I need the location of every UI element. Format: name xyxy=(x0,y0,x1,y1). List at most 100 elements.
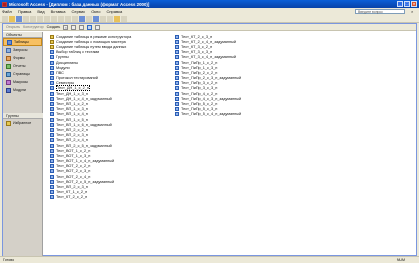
relationships-icon[interactable] xyxy=(107,15,113,22)
table-icon xyxy=(175,50,179,55)
menu-insert[interactable]: Вставка xyxy=(51,9,66,14)
nav-label: Страницы xyxy=(13,72,30,76)
list-item[interactable]: Создание таблицы путем ввода данных xyxy=(50,44,131,49)
table-icon xyxy=(50,185,54,190)
page-icon xyxy=(6,71,11,77)
favorites-folder-icon xyxy=(6,120,11,126)
table-icon xyxy=(175,55,179,60)
table-icon xyxy=(50,50,54,55)
nav-macros[interactable]: Макросы xyxy=(3,78,42,86)
close-doc-icon[interactable]: × xyxy=(411,9,416,14)
menu-help[interactable]: Справка xyxy=(106,9,122,14)
table-icon xyxy=(50,143,54,148)
paste-icon[interactable] xyxy=(65,15,71,22)
table-icon xyxy=(175,39,179,44)
help-icon[interactable] xyxy=(121,15,127,22)
table-icon xyxy=(50,60,54,65)
design-button[interactable]: Конструктор xyxy=(23,25,44,29)
list-item[interactable]: Создание таблицы в режиме конструктора xyxy=(50,34,131,39)
nav-queries[interactable]: Запросы xyxy=(3,46,42,54)
list-item-label: Тест_ВОТ_1_с_2_н xyxy=(56,148,91,153)
close-icon[interactable]: × xyxy=(411,1,417,7)
list-item[interactable]: Тест_ПиПр_5_с_4_н_задуманный xyxy=(175,112,241,117)
table-icon xyxy=(50,65,54,70)
table-icon xyxy=(50,164,54,169)
list-item-label: Тест_КТ_3_с_4_н_задуманный xyxy=(181,55,236,60)
list-item-label: ПВС xyxy=(56,70,64,75)
print-icon[interactable] xyxy=(30,15,36,22)
report-icon xyxy=(6,63,11,69)
list-item-label: Тест_ВОТ_2_с_4_н xyxy=(56,174,91,179)
large-icons-view-icon[interactable] xyxy=(71,24,77,30)
list-item[interactable]: Тест_ПиПр_2_с_3_н_задуманный xyxy=(175,76,241,81)
list-item[interactable]: Тест_ПиПр_4_с_3_н_задуманный xyxy=(175,96,241,101)
list-item-label: Тест_ПиПр_2_с_2_н xyxy=(181,70,218,75)
wizard-icon xyxy=(50,39,54,44)
module-icon xyxy=(6,87,11,93)
small-icons-view-icon[interactable] xyxy=(79,24,85,30)
menu-view[interactable]: Вид xyxy=(37,9,44,14)
list-item-label: Тест_ДН_1_с_2_н xyxy=(56,85,90,92)
open-button[interactable]: Открыть xyxy=(6,25,20,29)
table-icon xyxy=(175,81,179,86)
status-bar: Готово NUM xyxy=(0,256,419,263)
table-icon xyxy=(50,70,54,75)
list-item-label: Создание таблицы путем ввода данных xyxy=(56,44,127,49)
list-item-label: Тест_ВП_1_с_4_н xyxy=(56,112,88,117)
table-icon xyxy=(50,195,54,200)
table-icon xyxy=(50,179,54,184)
nav-reports[interactable]: Отчеты xyxy=(3,62,42,70)
undo-icon[interactable] xyxy=(72,15,78,22)
table-icon xyxy=(7,39,12,45)
new-object-icon[interactable] xyxy=(114,15,120,22)
list-item[interactable]: Создание таблицы с помощью мастера xyxy=(50,39,131,44)
table-icon xyxy=(50,169,54,174)
links-icon[interactable] xyxy=(79,15,85,22)
nav-modules[interactable]: Модули xyxy=(3,86,42,94)
analyze-icon[interactable] xyxy=(86,15,92,22)
menu-edit[interactable]: Правка xyxy=(18,9,32,14)
help-question-input[interactable]: Введите вопрос xyxy=(355,9,405,14)
list-item-label: Тест_ПиПр_5_с_3_н xyxy=(181,107,218,112)
cut-icon[interactable] xyxy=(51,15,57,22)
list-item-label: Тест_ПиПр_3_с_2_н xyxy=(181,81,218,86)
table-icon xyxy=(175,86,179,91)
table-icon xyxy=(175,65,179,70)
list-item[interactable]: Тест_КТ_3_с_4_н_задуманный xyxy=(175,55,241,60)
query-icon xyxy=(6,47,11,53)
nav-forms[interactable]: Формы xyxy=(3,54,42,62)
menu-file[interactable]: Файл xyxy=(2,9,12,14)
list-item-label: Тест_ДН_1_с_3_н xyxy=(56,91,88,96)
create-button[interactable]: Создать xyxy=(47,25,61,29)
list-view-icon[interactable] xyxy=(87,24,93,30)
list-item-label: Тест_ВП_1_с_2_н xyxy=(56,102,88,107)
details-view-icon[interactable] xyxy=(95,24,101,30)
menu-window[interactable]: Окно xyxy=(91,9,100,14)
save-icon[interactable] xyxy=(16,15,22,22)
spelling-icon[interactable] xyxy=(44,15,50,22)
preview-icon[interactable] xyxy=(37,15,43,22)
menu-tools[interactable]: Сервис xyxy=(71,9,85,14)
search-icon[interactable] xyxy=(23,15,29,22)
list-item-label: Тест_ПиПр_5_с_4_н_задуманный xyxy=(181,112,242,117)
nav-tables[interactable]: Таблицы xyxy=(3,38,42,46)
wizard-icon xyxy=(50,44,54,49)
list-item[interactable]: Тест_КТ_2_с_4_н_задуманный xyxy=(175,39,241,44)
nav-pages[interactable]: Страницы xyxy=(3,70,42,78)
maximize-icon[interactable]: □ xyxy=(404,1,410,7)
new-icon[interactable] xyxy=(2,15,8,22)
open-folder-icon[interactable] xyxy=(9,15,15,22)
table-icon xyxy=(50,86,54,91)
delete-icon[interactable]: × xyxy=(63,24,69,30)
list-item-label: Тест_КТ_3_с_3_н xyxy=(181,50,213,55)
nav-label: Запросы xyxy=(13,48,28,52)
table-icon xyxy=(50,133,54,138)
code-icon[interactable] xyxy=(93,15,99,22)
copy-icon[interactable] xyxy=(58,15,64,22)
properties-icon[interactable] xyxy=(100,15,106,22)
minimize-icon[interactable]: _ xyxy=(397,1,403,7)
list-item-label: Тест_ВП_1_с_6_н_задуманный xyxy=(56,122,112,127)
nav-favorites[interactable]: Избранное xyxy=(3,119,43,127)
list-item-label: Протокол тестирований xyxy=(56,76,98,81)
list-item[interactable]: Тест_КТ_2_с_2_н xyxy=(50,195,131,200)
